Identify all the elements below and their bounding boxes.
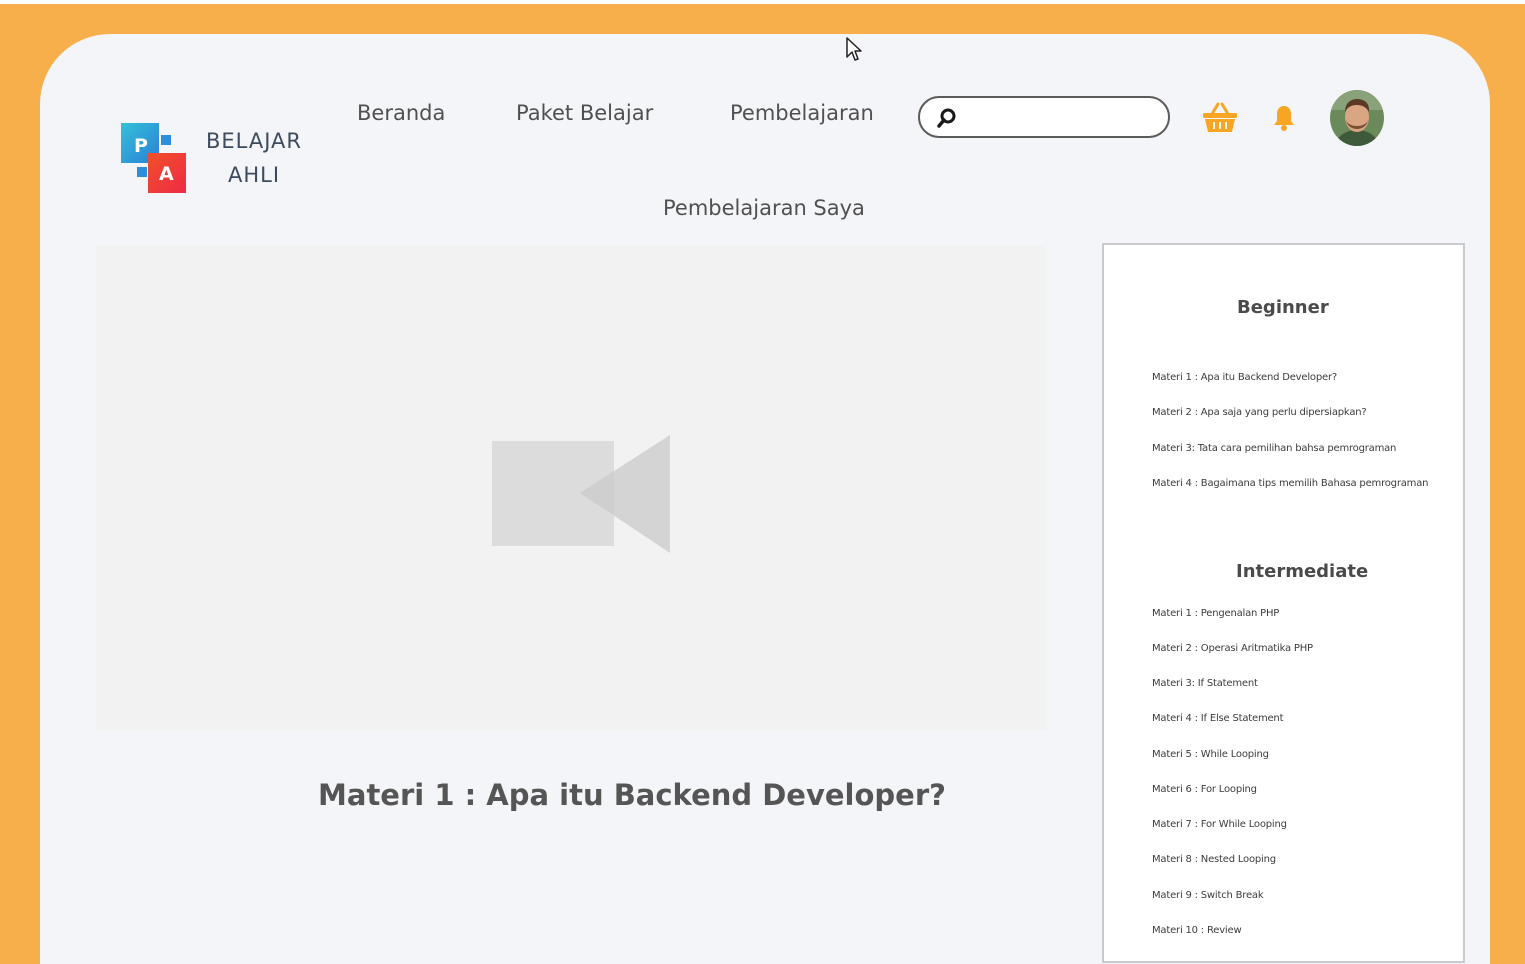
search-icon xyxy=(937,108,956,128)
beginner-item-1[interactable]: Materi 1 : Apa itu Backend Developer? xyxy=(1152,372,1337,383)
logo-letter-a: A xyxy=(159,163,174,185)
search-box[interactable] xyxy=(918,96,1170,138)
intermediate-item-1[interactable]: Materi 1 : Pengenalan PHP xyxy=(1152,608,1279,619)
intermediate-item-7[interactable]: Materi 7 : For While Looping xyxy=(1152,819,1287,830)
section-title-beginner: Beginner xyxy=(1237,297,1329,318)
top-band xyxy=(0,0,1525,4)
intermediate-item-5[interactable]: Materi 5 : While Looping xyxy=(1152,749,1269,760)
intermediate-item-9[interactable]: Materi 9 : Switch Break xyxy=(1152,890,1264,901)
intermediate-item-10[interactable]: Materi 10 : Review xyxy=(1152,925,1242,936)
intermediate-item-4[interactable]: Materi 4 : If Else Statement xyxy=(1152,713,1283,724)
video-player[interactable] xyxy=(96,245,1046,730)
curriculum-panel: Beginner Materi 1 : Apa itu Backend Deve… xyxy=(1102,243,1465,963)
logo-icon[interactable]: P A xyxy=(121,121,187,193)
beginner-item-2[interactable]: Materi 2 : Apa saja yang perlu dipersiap… xyxy=(1152,407,1367,418)
bell-icon[interactable] xyxy=(1271,104,1297,132)
mouse-cursor-icon xyxy=(846,37,862,61)
video-camera-icon xyxy=(492,435,670,553)
brand-line-2: AHLI xyxy=(227,163,281,187)
avatar[interactable] xyxy=(1330,90,1384,146)
beginner-item-4[interactable]: Materi 4 : Bagaimana tips memilih Bahasa… xyxy=(1152,478,1428,489)
logo-letter-p: P xyxy=(134,135,148,157)
brand-line-1: BELAJAR xyxy=(205,129,302,153)
intermediate-item-3[interactable]: Materi 3: If Statement xyxy=(1152,678,1258,689)
brand-name: BELAJAR AHLI xyxy=(196,124,312,192)
nav-beranda[interactable]: Beranda xyxy=(357,101,445,125)
search-input[interactable] xyxy=(966,104,1160,132)
intermediate-item-6[interactable]: Materi 6 : For Looping xyxy=(1152,784,1257,795)
intermediate-item-8[interactable]: Materi 8 : Nested Looping xyxy=(1152,854,1276,865)
nav-pembelajaran[interactable]: Pembelajaran xyxy=(730,101,874,125)
lesson-title: Materi 1 : Apa itu Backend Developer? xyxy=(318,778,946,812)
section-title-intermediate: Intermediate xyxy=(1236,561,1369,582)
nav-paket-belajar[interactable]: Paket Belajar xyxy=(516,101,653,125)
user-avatar-icon xyxy=(1330,90,1384,146)
beginner-item-3[interactable]: Materi 3: Tata cara pemilihan bahsa pemr… xyxy=(1152,443,1396,454)
nav-pembelajaran-saya[interactable]: Pembelajaran Saya xyxy=(663,196,865,220)
basket-icon[interactable] xyxy=(1202,102,1238,134)
intermediate-item-2[interactable]: Materi 2 : Operasi Aritmatika PHP xyxy=(1152,643,1313,654)
